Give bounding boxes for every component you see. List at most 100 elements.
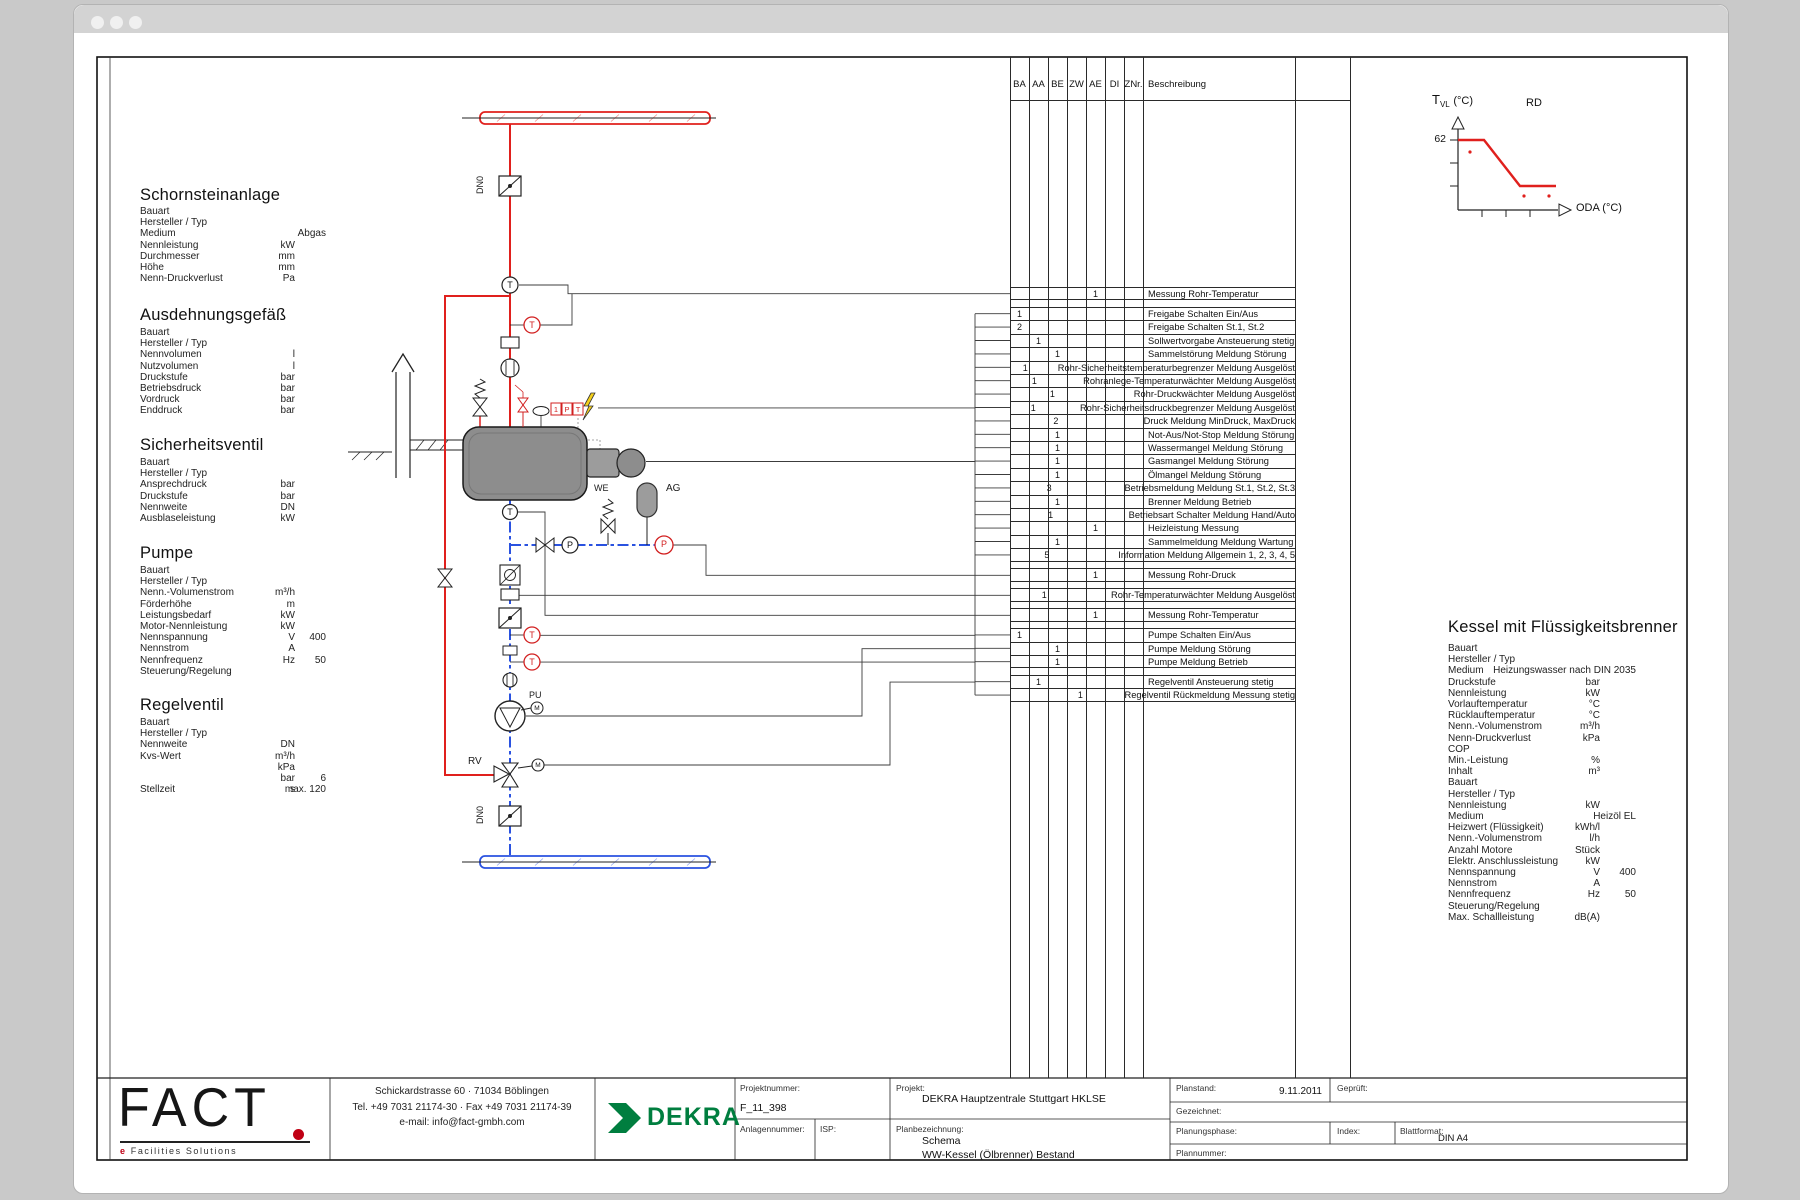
table-cell-count bbox=[1105, 629, 1124, 641]
table-cell-description: Sammelmeldung Meldung Wartung bbox=[1143, 536, 1295, 548]
table-cell-description: Sollwertvorgabe Ansteuerung stetig bbox=[1143, 335, 1295, 347]
table-cell-count bbox=[1057, 689, 1073, 700]
spec-value: 50 bbox=[1486, 889, 1636, 900]
table-cell-count bbox=[1026, 509, 1042, 521]
section-title: Pumpe bbox=[140, 544, 193, 563]
spec-row: Max. SchallleistungdB(A) bbox=[1448, 912, 1636, 923]
table-cell-count bbox=[1124, 609, 1143, 620]
spec-row: Bauart bbox=[140, 565, 326, 576]
table-cell-count bbox=[1059, 375, 1069, 387]
supply-header-pipe bbox=[462, 112, 716, 124]
spec-unit: kW bbox=[251, 610, 295, 621]
table-cell-count: 1 bbox=[1048, 455, 1067, 467]
table-cell-count bbox=[1124, 569, 1143, 580]
spec-label: Bauart bbox=[140, 206, 169, 217]
spec-value: Heizungswasser nach DIN 2035 bbox=[1486, 665, 1636, 676]
table-cell-count bbox=[1010, 689, 1026, 700]
table-cell-count bbox=[1061, 388, 1078, 400]
spec-unit: A bbox=[251, 643, 295, 654]
table-cell-count: 2 bbox=[1047, 415, 1065, 427]
table-row: 1Messung Rohr-Temperatur bbox=[1010, 608, 1295, 621]
spec-label: Nennweite bbox=[140, 739, 187, 750]
table-cell-description: Information Meldung Allgemein 1, 2, 3, 4… bbox=[1113, 549, 1295, 560]
spec-unit: DN bbox=[251, 502, 295, 513]
table-cell-count bbox=[1048, 335, 1067, 347]
spec-row: Ansprechdruckbar bbox=[140, 479, 326, 490]
table-cell-count bbox=[1048, 569, 1067, 580]
table-cell-count bbox=[1124, 676, 1143, 688]
table-column-header: Beschreibung bbox=[1148, 79, 1206, 90]
spec-row: Motor-NennleistungkW bbox=[140, 621, 326, 632]
table-cell-count bbox=[1067, 569, 1086, 580]
spec-unit: Stück bbox=[1556, 845, 1600, 856]
table-cell-count bbox=[1105, 308, 1124, 320]
spec-row: Nenn.-Volumenstromm³/h bbox=[140, 587, 326, 598]
table-cell-count bbox=[1029, 569, 1048, 580]
company-address: Schickardstrasse 60 · 71034 Böblingen Te… bbox=[332, 1084, 592, 1131]
table-cell-count bbox=[1028, 415, 1046, 427]
spec-row: Elektr. AnschlussleistungkW bbox=[1448, 856, 1636, 867]
section-title: Kessel mit Flüssigkeitsbrenner bbox=[1448, 618, 1678, 637]
table-cell-count bbox=[1067, 442, 1086, 454]
spec-row: Min.-Leistung% bbox=[1448, 755, 1636, 766]
table-row: 1Regelventil Ansteuerung stetig bbox=[1010, 675, 1295, 688]
spec-unit: l bbox=[251, 349, 295, 360]
spec-unit: Pa bbox=[251, 273, 295, 284]
table-row: 5Information Meldung Allgemein 1, 2, 3, … bbox=[1010, 548, 1295, 561]
spec-label: Höhe bbox=[140, 262, 164, 273]
signal-wires bbox=[518, 285, 1011, 765]
table-cell-count bbox=[1124, 536, 1143, 548]
fact-logo-dot-icon bbox=[293, 1129, 304, 1140]
spec-row: Anzahl MotoreStück bbox=[1448, 845, 1636, 856]
spec-row: kPa bbox=[140, 762, 326, 773]
table-cell-count bbox=[1029, 629, 1048, 641]
table-cell-description: Sammelstörung Meldung Störung bbox=[1143, 348, 1295, 360]
table-row: 1Messung Rohr-Druck bbox=[1010, 568, 1295, 581]
table-cell-count bbox=[1079, 589, 1093, 600]
spec-row: Vorlauftemperatur°C bbox=[1448, 699, 1636, 710]
table-cell-count bbox=[1124, 469, 1143, 481]
spec-unit: A bbox=[1556, 878, 1600, 889]
spec-row: Druckstufebar bbox=[1448, 677, 1636, 688]
table-row: 1Heizleistung Messung bbox=[1010, 521, 1295, 534]
projektnummer-value: F_11_398 bbox=[740, 1102, 787, 1114]
table-cell-count bbox=[1027, 388, 1044, 400]
spec-label: Medium bbox=[140, 228, 176, 239]
table-cell-count bbox=[1124, 643, 1143, 655]
table-cell-count bbox=[1029, 469, 1048, 481]
spec-value: Heizöl EL bbox=[1486, 811, 1636, 822]
table-row: 1Rohr-Temperaturwächter Meldung Ausgelös… bbox=[1010, 588, 1295, 601]
spec-unit: bar bbox=[1556, 677, 1600, 688]
spec-unit: l bbox=[251, 361, 295, 372]
spec-row: Betriebsdruckbar bbox=[140, 383, 326, 394]
spec-unit: bar bbox=[251, 383, 295, 394]
spec-unit: dB(A) bbox=[1556, 912, 1600, 923]
spec-row: Hersteller / Typ bbox=[140, 217, 326, 228]
check-valve bbox=[499, 608, 521, 628]
table-row: 1Rohr-Druckwächter Meldung Ausgelöst bbox=[1010, 387, 1295, 400]
table-cell-count bbox=[1092, 589, 1106, 600]
spec-row: COP bbox=[1448, 744, 1636, 755]
burner bbox=[587, 449, 645, 477]
table-cell-count bbox=[1029, 442, 1048, 454]
table-gridline bbox=[1350, 57, 1351, 1078]
table-column-header: ZNr. bbox=[1122, 79, 1146, 90]
spec-label: Motor-Nennleistung bbox=[140, 621, 227, 632]
spec-unit: bar bbox=[251, 372, 295, 383]
table-cell-description: Rohr-Sicherheitsdruckbegrenzer Meldung A… bbox=[1075, 402, 1295, 414]
spec-label: Inhalt bbox=[1448, 766, 1472, 777]
spec-label: Vorlauftemperatur bbox=[1448, 699, 1528, 710]
spec-row: Bauart bbox=[1448, 777, 1636, 788]
table-cell-count bbox=[1086, 629, 1105, 641]
table-cell-count: 1 bbox=[1048, 442, 1067, 454]
spec-row: Heizwert (Flüssigkeit)kWh/l bbox=[1448, 822, 1636, 833]
table-cell-count bbox=[1107, 509, 1123, 521]
table-cell-count bbox=[1067, 629, 1086, 641]
table-row: 1Betriebsart Schalter Meldung Hand/Auto bbox=[1010, 508, 1295, 521]
table-cell-count bbox=[1010, 676, 1029, 688]
spec-row: Bauart bbox=[140, 717, 326, 728]
signal-wire-stubs bbox=[975, 314, 1010, 695]
spec-row: Nenn.-Volumenstromm³/h bbox=[1448, 721, 1636, 732]
section-title: Sicherheitsventil bbox=[140, 436, 264, 455]
table-cell-count bbox=[1105, 321, 1124, 333]
